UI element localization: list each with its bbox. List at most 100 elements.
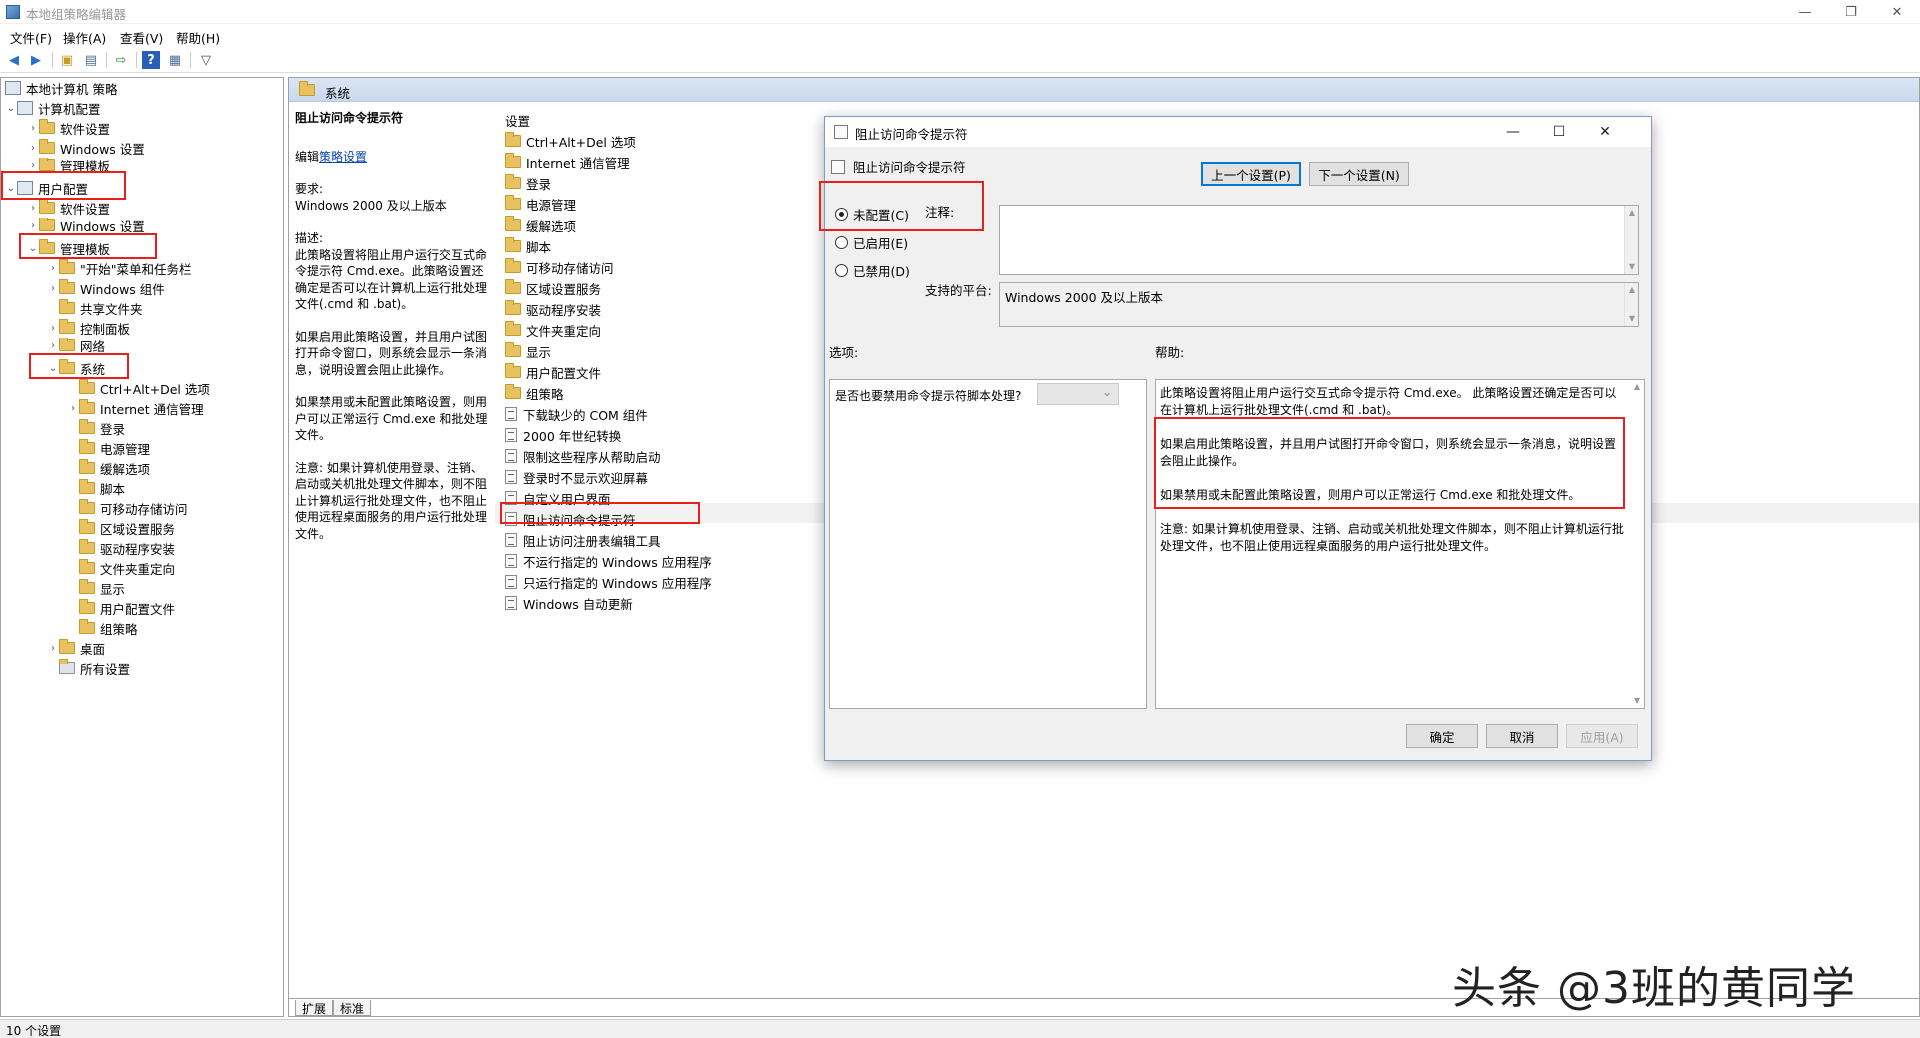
forward-arrow-icon[interactable]: ▶ [27,51,45,69]
tree-system-child[interactable]: 用户配置文件 [67,598,175,618]
list-policy-item[interactable]: 不运行指定的 Windows 应用程序 [505,551,712,571]
minimize-button[interactable]: — [1782,0,1828,24]
tree-computer-config[interactable]: ⌄ 计算机配置 [5,98,101,118]
tree-system-child[interactable]: 电源管理 [67,438,150,458]
tree-system-child[interactable]: 组策略 [67,618,138,638]
chevron-right-icon[interactable]: › [47,283,59,294]
list-folder-item[interactable]: 用户配置文件 [505,362,601,382]
radio-icon[interactable] [835,235,848,249]
tree-u-windows[interactable]: › Windows 设置 [27,218,145,232]
tree-all-settings[interactable]: 所有设置 [47,658,130,678]
chevron-right-icon[interactable]: › [47,643,59,654]
tree-c-windows[interactable]: › Windows 设置 [27,138,145,158]
list-folder-item[interactable]: 组策略 [505,383,564,403]
tree-network[interactable]: › 网络 [47,338,105,352]
tree-shared-folders[interactable]: 共享文件夹 [47,298,143,318]
chevron-down-icon[interactable]: ⌄ [27,243,39,254]
list-folder-item[interactable]: Internet 通信管理 [505,152,630,172]
radio-enabled[interactable]: 已启用(E) [835,233,908,251]
folder-up-icon[interactable]: ▣ [58,51,76,69]
menu-file[interactable]: 文件(F) [10,28,52,47]
list-folder-item[interactable]: 可移动存储访问 [505,257,614,277]
tree-system-child[interactable]: 显示 [67,578,125,598]
list-folder-item[interactable]: Ctrl+Alt+Del 选项 [505,131,636,151]
tree-system-child[interactable]: 脚本 [67,478,125,498]
column-header-setting[interactable]: 设置 [505,111,530,130]
tree-c-software[interactable]: › 软件设置 [27,118,110,138]
tree-system-child[interactable]: 区域设置服务 [67,518,175,538]
chevron-right-icon[interactable]: › [47,263,59,274]
list-policy-item[interactable]: 只运行指定的 Windows 应用程序 [505,572,712,592]
radio-disabled[interactable]: 已禁用(D) [835,261,910,279]
tab-extended[interactable]: 扩展 [295,1000,334,1016]
tree-system-child[interactable]: 登录 [67,418,125,438]
tree-windows-components[interactable]: › Windows 组件 [47,278,165,298]
tree-system-child[interactable]: 驱动程序安装 [67,538,175,558]
chevron-right-icon[interactable]: › [47,340,59,351]
list-folder-item[interactable]: 登录 [505,173,551,193]
chevron-right-icon[interactable]: › [67,403,79,414]
tree-system-child[interactable]: Ctrl+Alt+Del 选项 [67,378,210,398]
list-policy-item[interactable]: 限制这些程序从帮助启动 [505,446,661,466]
previous-setting-button[interactable]: 上一个设置(P) [1201,162,1301,186]
apply-button[interactable]: 应用(A) [1566,724,1638,748]
edit-policy-link[interactable]: 策略设置 [319,150,367,164]
list-policy-item[interactable]: 自定义用户界面 [505,488,611,508]
tree-system-child[interactable]: 可移动存储访问 [67,498,188,518]
list-folder-item[interactable]: 文件夹重定向 [505,320,601,340]
filter-icon[interactable]: ▽ [197,51,215,69]
list-policy-item[interactable]: 登录时不显示欢迎屏幕 [505,467,648,487]
list-folder-item[interactable]: 电源管理 [505,194,576,214]
tree-desktop[interactable]: › 桌面 [47,638,105,658]
tab-standard[interactable]: 标准 [333,1000,372,1016]
menu-action[interactable]: 操作(A) [63,28,106,47]
list-folder-item[interactable]: 驱动程序安装 [505,299,601,319]
radio-not-configured[interactable]: 未配置(C) [835,205,909,223]
maximize-button[interactable]: ❐ [1828,0,1874,24]
list-policy-item[interactable]: 2000 年世纪转换 [505,425,621,445]
chevron-right-icon[interactable]: › [27,123,39,134]
list-folder-item[interactable]: 区域设置服务 [505,278,601,298]
close-button[interactable]: ✕ [1874,0,1920,24]
tree-user-config[interactable]: ⌄ 用户配置 [5,178,88,198]
help-scrollbar[interactable]: ▲ ▼ [1630,380,1644,708]
list-folder-item[interactable]: 脚本 [505,236,551,256]
list-policy-item[interactable]: Windows 自动更新 [505,593,633,613]
tree-system-child[interactable]: 文件夹重定向 [67,558,175,578]
menu-help[interactable]: 帮助(H) [176,28,220,47]
chevron-right-icon[interactable]: › [47,323,59,334]
chevron-right-icon[interactable]: › [27,143,39,154]
script-processing-dropdown[interactable] [1037,383,1119,405]
tree-c-admin[interactable]: › 管理模板 [27,158,110,172]
dialog-maximize-button[interactable]: ☐ [1536,117,1582,147]
radio-selected-icon[interactable] [835,207,848,221]
chevron-right-icon[interactable]: › [27,160,39,171]
radio-icon[interactable] [835,263,848,277]
chevron-right-icon[interactable]: › [27,220,39,231]
help-icon[interactable]: ? [142,51,160,69]
tree-start-menu[interactable]: › "开始"菜单和任务栏 [47,258,192,278]
ok-button[interactable]: 确定 [1406,724,1478,748]
chevron-down-icon[interactable]: ⌄ [5,103,17,114]
tree-root[interactable]: 本地计算机 策略 [5,78,117,98]
list-policy-item[interactable]: 阻止访问命令提示符 [505,509,636,529]
chevron-down-icon[interactable]: ⌄ [5,183,17,194]
tree-system-child[interactable]: › Internet 通信管理 [67,398,204,418]
export-list-icon[interactable]: ⇨ [112,51,130,69]
menu-view[interactable]: 查看(V) [120,28,163,47]
next-setting-button[interactable]: 下一个设置(N) [1309,162,1409,186]
properties-icon[interactable]: ▦ [166,51,184,69]
list-folder-item[interactable]: 缓解选项 [505,215,576,235]
tree-u-admin[interactable]: ⌄ 管理模板 [27,238,110,258]
tree-system[interactable]: ⌄ 系统 [47,358,105,378]
cancel-button[interactable]: 取消 [1486,724,1558,748]
chevron-down-icon[interactable]: ⌄ [47,363,59,374]
back-arrow-icon[interactable]: ◀ [5,51,23,69]
comment-scrollbar[interactable]: ▲ ▼ [1624,206,1638,274]
dialog-close-button[interactable]: ✕ [1582,117,1628,147]
tree-system-child[interactable]: 缓解选项 [67,458,150,478]
dialog-minimize-button[interactable]: — [1490,117,1536,147]
comment-textbox[interactable]: ▲ ▼ [999,205,1639,275]
list-folder-item[interactable]: 显示 [505,341,551,361]
platform-scrollbar[interactable]: ▲ ▼ [1624,283,1638,326]
